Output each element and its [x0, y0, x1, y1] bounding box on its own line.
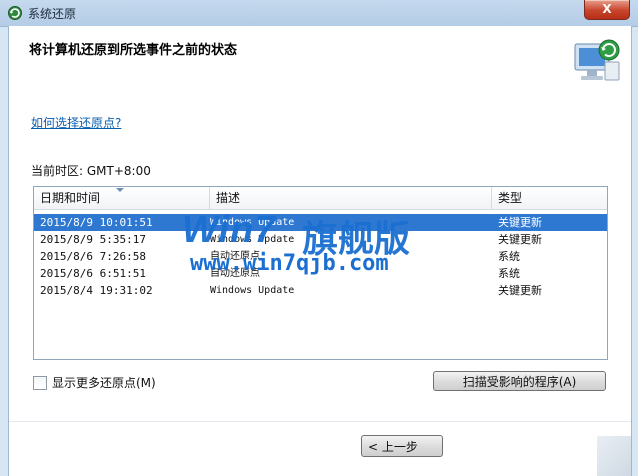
timezone-label: 当前时区: GMT+8:00 — [31, 164, 151, 178]
window-title: 系统还原 — [28, 7, 77, 21]
page-title: 将计算机还原到所选事件之前的状态 — [29, 43, 238, 58]
column-header-type[interactable]: 类型 — [492, 187, 607, 209]
scan-affected-programs-button[interactable]: 扫描受影响的程序(A) — [433, 371, 606, 391]
row-type: 系统 — [498, 250, 520, 263]
title-bar: 系统还原 X — [0, 0, 638, 27]
row-description: Windows Update — [210, 285, 295, 296]
row-type: 关键更新 — [498, 233, 542, 246]
checkbox-label: 显示更多还原点(M) — [52, 376, 156, 390]
column-label: 类型 — [498, 191, 523, 205]
watermark-url: www.win7qjb.com — [190, 251, 389, 276]
row-type: 系统 — [498, 267, 520, 280]
corner-logo — [597, 436, 631, 476]
column-label: 描述 — [216, 191, 241, 205]
row-type: 关键更新 — [498, 216, 542, 229]
content-area: 如何选择还原点? 当前时区: GMT+8:00 日期和时间 描述 类型 2015… — [8, 98, 632, 476]
row-type: 关键更新 — [498, 284, 542, 297]
list-header: 日期和时间 描述 类型 — [34, 187, 607, 210]
back-button[interactable]: < 上一步 — [361, 435, 443, 457]
row-date: 2015/8/6 6:51:51 — [40, 267, 146, 280]
help-link[interactable]: 如何选择还原点? — [31, 114, 121, 131]
column-header-description[interactable]: 描述 — [210, 187, 492, 209]
sort-down-icon — [116, 188, 124, 192]
table-row[interactable]: 2015/8/4 19:31:02 Windows Update 关键更新 — [34, 282, 607, 299]
close-button[interactable]: X — [584, 0, 630, 20]
watermark-logo: Win7 — [182, 209, 277, 251]
header-panel: 将计算机还原到所选事件之前的状态 — [8, 26, 632, 98]
show-more-checkbox[interactable]: 显示更多还原点(M) — [33, 374, 156, 391]
divider — [9, 421, 631, 422]
column-header-date[interactable]: 日期和时间 — [34, 187, 210, 209]
checkbox-box[interactable] — [33, 375, 47, 390]
system-restore-icon — [8, 6, 22, 20]
computer-restore-icon — [574, 39, 620, 81]
column-label: 日期和时间 — [40, 191, 101, 205]
row-date: 2015/8/4 19:31:02 — [40, 284, 153, 297]
